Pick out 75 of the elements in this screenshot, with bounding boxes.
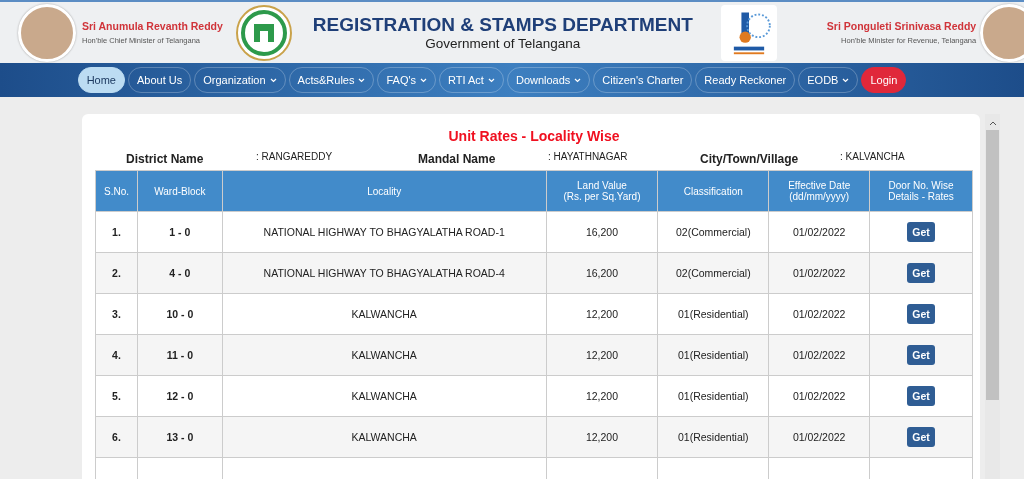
table-cell: 5. — [95, 375, 138, 417]
table-cell: KALWANCHA — [222, 375, 547, 417]
table-cell: 01(Residential) — [657, 293, 769, 335]
table-cell: 11 - 0 — [137, 334, 223, 376]
filter-label: Mandal Name — [418, 152, 497, 166]
scroll-up-icon[interactable] — [988, 120, 997, 126]
column-header: S.No. — [95, 170, 138, 212]
person-name: Sri Ponguleti Srinivasa Reddy — [826, 20, 977, 32]
table-cell: 1. — [95, 211, 138, 253]
get-button[interactable]: Get — [907, 222, 935, 242]
column-header: Classification — [657, 170, 769, 212]
column-header: Door No. Wise Details - Rates — [869, 170, 973, 212]
get-button[interactable]: Get — [907, 263, 935, 283]
filter-value: : RANGAREDDY — [256, 150, 334, 162]
table-cell: 1 - 0 — [137, 211, 223, 253]
table-cell: 12 - 0 — [137, 375, 223, 417]
department-subtitle: Government of Telangana — [425, 36, 581, 51]
table-cell: 12,200 — [546, 334, 658, 376]
filter-label: District Name — [126, 152, 205, 166]
table-cell: 3. — [95, 293, 138, 335]
table-cell: 12,200 — [546, 375, 658, 417]
table-cell: 10 - 0 — [137, 293, 223, 335]
table-cell: 01(Residential) — [657, 416, 769, 458]
logo-icon — [720, 4, 777, 61]
column-header: Ward-Block — [137, 170, 223, 212]
nav-link[interactable]: Home — [77, 67, 125, 93]
table-cell: 4 - 0 — [137, 252, 223, 294]
panel-title: Unit Rates - Locality Wise — [447, 128, 621, 144]
table-cell: 12,200 — [546, 293, 658, 335]
table-cell: 02(Commercial) — [657, 211, 769, 253]
filter-value: : KALVANCHA — [840, 150, 906, 162]
table-cell: 01(Residential) — [657, 375, 769, 417]
get-button[interactable]: Get — [907, 345, 935, 365]
caret-icon — [269, 77, 277, 83]
login-button[interactable]: Login — [861, 67, 907, 93]
filter-label: City/Town/Village — [700, 152, 800, 166]
caret-icon — [487, 77, 495, 83]
column-header: Land Value (Rs. per Sq.Yard) — [546, 170, 658, 212]
get-button[interactable]: Get — [907, 386, 935, 406]
scrollbar-thumb[interactable] — [986, 130, 999, 400]
table-cell: KALWANCHA — [222, 416, 547, 458]
get-button[interactable]: Get — [907, 304, 935, 324]
caret-icon — [842, 77, 850, 83]
person-photo — [18, 3, 76, 62]
table-cell: 13 - 0 — [137, 416, 223, 458]
caret-icon — [574, 77, 582, 83]
department-title: REGISTRATION & STAMPS DEPARTMENT — [312, 14, 693, 36]
table-cell: KALWANCHA — [222, 334, 547, 376]
state-emblem-icon — [234, 3, 293, 62]
column-header: Effective Date (dd/mm/yyyy) — [768, 170, 870, 212]
table-cell: 01/02/2022 — [768, 293, 870, 335]
table-cell: 16,200 — [546, 211, 658, 253]
table-cell: KALWANCHA — [222, 293, 547, 335]
table-cell: 02(Commercial) — [657, 252, 769, 294]
table-cell: 01/02/2022 — [768, 252, 870, 294]
table-cell: 2. — [95, 252, 138, 294]
table-cell: 01/02/2022 — [768, 375, 870, 417]
caret-icon — [358, 77, 366, 83]
scrollbar[interactable] — [985, 114, 1000, 479]
table-cell: NATIONAL HIGHWAY TO BHAGYALATHA ROAD-1 — [222, 211, 547, 253]
table-cell: 01(Residential) — [657, 334, 769, 376]
table-cell: NATIONAL HIGHWAY TO BHAGYALATHA ROAD-4 — [222, 252, 547, 294]
table-cell: 12,200 — [546, 416, 658, 458]
table-cell: 6. — [95, 416, 138, 458]
table-cell: 4. — [95, 334, 138, 376]
table-cell: 01/02/2022 — [768, 334, 870, 376]
table-cell: 16,200 — [546, 252, 658, 294]
table-cell: 01/02/2022 — [768, 416, 870, 458]
get-button[interactable]: Get — [907, 427, 935, 447]
filter-value: : HAYATHNAGAR — [548, 150, 629, 162]
person-name: Sri Anumula Revanth Reddy — [82, 20, 223, 32]
person-photo — [980, 3, 1024, 62]
table-cell: 01/02/2022 — [768, 211, 870, 253]
caret-icon — [420, 77, 428, 83]
column-header: Locality — [222, 170, 547, 212]
